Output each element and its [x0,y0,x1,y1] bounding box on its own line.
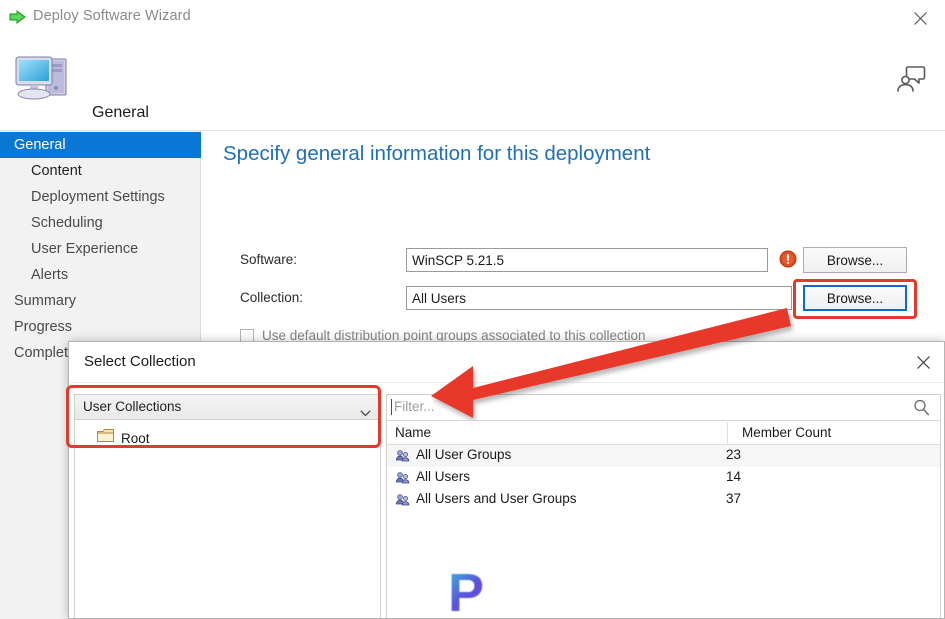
dialog-body: User Collections Root Filter... Name Mem… [69,382,944,618]
column-divider[interactable] [727,422,728,444]
content-heading: Specify general information for this dep… [223,142,651,165]
row-count: 37 [725,491,741,506]
sidebar-item-label: Deployment Settings [31,189,165,205]
green-arrow-icon [9,9,27,25]
sidebar-item-progress[interactable]: Progress [0,314,201,340]
error-exclamation-icon [779,250,797,268]
filter-input[interactable]: Filter... [394,399,435,414]
row-count: 23 [725,447,741,462]
sidebar-item-label: Summary [14,293,77,309]
software-label: Software: [240,252,298,267]
computer-monitor-icon [12,51,74,107]
collection-row: Collection: All Users Browse... [201,285,945,312]
sidebar-item-content[interactable]: Content [0,158,201,184]
column-header-member-count[interactable]: Member Count [742,425,831,440]
sidebar-item-deployment-settings[interactable]: Deployment Settings [0,184,201,210]
wizard-title-bar: Deploy Software Wizard [0,0,945,34]
software-input[interactable]: WinSCP 5.21.5 [406,248,768,272]
page-title: General [92,104,149,121]
chevron-down-icon [360,404,371,422]
dialog-title-bar: Select Collection [69,342,944,382]
collection-icon [395,492,411,508]
sidebar-item-label: User Experience [31,241,139,257]
collection-type-value: User Collections [83,399,182,414]
sidebar-item-summary[interactable]: Summary [0,288,201,314]
tree-item-label: Root [121,430,150,446]
row-count: 14 [725,469,741,484]
row-name: All User Groups [416,447,512,462]
wizard-header: General [0,34,945,130]
collection-icon [395,470,411,486]
collection-type-dropdown[interactable]: User Collections [75,395,380,420]
row-name: All Users [416,469,471,484]
text-caret [391,399,392,415]
filter-bar: Filter... [387,395,940,421]
folder-icon [97,428,114,448]
sidebar-item-alerts[interactable]: Alerts [0,262,201,288]
collection-list-panel: Filter... Name Member Count All User Gro… [386,394,941,618]
tree-item-root[interactable]: Root [97,428,150,448]
table-row[interactable]: All Users and User Groups 37 [387,489,940,511]
row-name: All Users and User Groups [416,491,577,506]
search-icon[interactable] [913,399,930,421]
collection-browse-button[interactable]: Browse... [803,285,907,311]
software-browse-button[interactable]: Browse... [803,247,907,273]
collection-icon [395,448,411,464]
sidebar-item-label: Progress [14,319,73,335]
dialog-close-icon[interactable] [908,350,938,374]
sidebar-item-scheduling[interactable]: Scheduling [0,210,201,236]
collection-tree-panel: User Collections Root [74,394,381,618]
list-column-header: Name Member Count [387,421,940,445]
collection-label: Collection: [240,290,304,305]
close-icon[interactable] [905,6,935,30]
dialog-title: Select Collection [84,353,196,370]
feedback-person-icon[interactable] [893,60,927,94]
sidebar-item-label: General [14,137,66,153]
select-collection-dialog: Select Collection User Collections Root … [68,341,945,619]
window-title: Deploy Software Wizard [33,8,191,24]
table-row[interactable]: All Users 14 [387,467,940,489]
sidebar-item-general[interactable]: General [0,132,201,158]
sidebar-item-label: Alerts [31,267,69,283]
sidebar-item-user-experience[interactable]: User Experience [0,236,201,262]
software-row: Software: WinSCP 5.21.5 Browse... [201,247,945,274]
collection-input[interactable]: All Users [406,286,792,310]
column-header-name[interactable]: Name [395,425,431,440]
table-row[interactable]: All User Groups 23 [387,445,940,467]
screenshot-root: Deploy Software Wizard General General C… [0,0,945,619]
sidebar-item-label: Content [31,163,82,179]
sidebar-item-label: Scheduling [31,215,103,231]
